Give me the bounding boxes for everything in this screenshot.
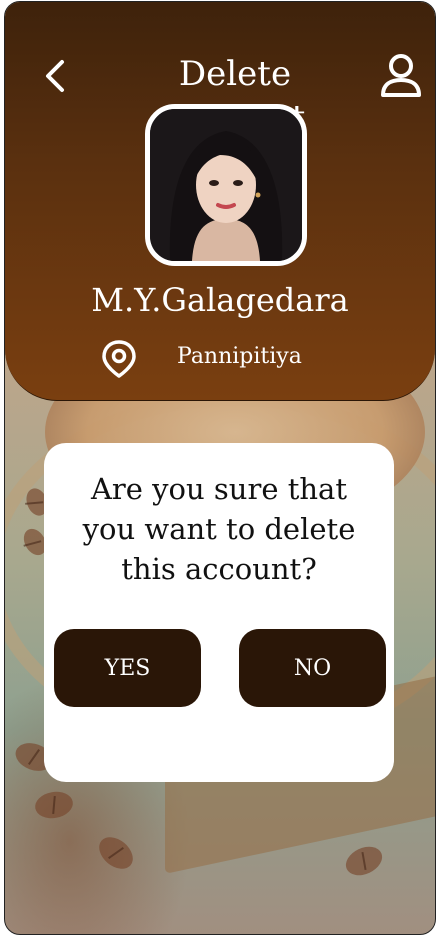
avatar xyxy=(145,104,307,266)
user-icon xyxy=(381,54,421,97)
avatar-portrait xyxy=(150,109,302,261)
profile-header: Delete Account M.Y.Galagedara xyxy=(5,2,435,401)
profile-button[interactable] xyxy=(379,52,423,98)
delete-confirmation-dialog: Are you sure that you want to delete thi… xyxy=(44,443,394,782)
background-coffee-bean xyxy=(93,830,139,876)
dialog-message: Are you sure that you want to delete thi… xyxy=(82,472,356,586)
map-pin-icon xyxy=(102,340,136,378)
user-name: M.Y.Galagedara xyxy=(91,281,349,319)
background-coffee-bean xyxy=(33,788,75,822)
app-screen: Delete Account M.Y.Galagedara xyxy=(4,1,436,935)
no-button[interactable]: NO xyxy=(239,629,386,707)
yes-button[interactable]: YES xyxy=(54,629,201,707)
chevron-left-icon xyxy=(46,60,64,92)
background-coffee-bean xyxy=(341,841,387,881)
location-text: Pannipitiya xyxy=(177,344,302,369)
back-button[interactable] xyxy=(37,58,73,94)
